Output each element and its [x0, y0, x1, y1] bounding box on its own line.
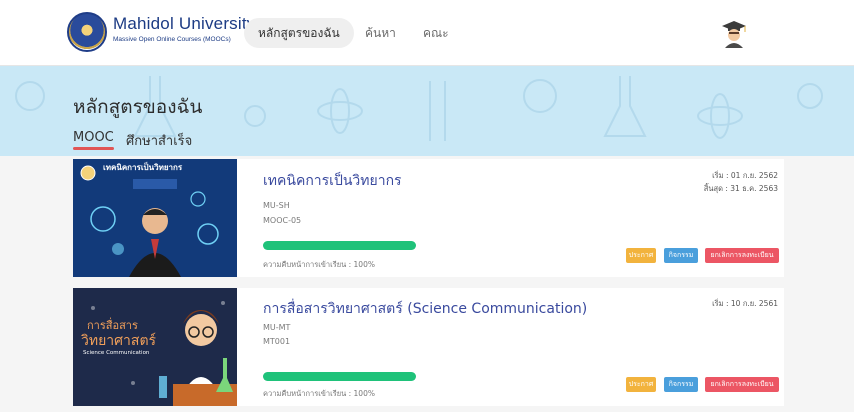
course-card[interactable]: การสื่อสาร วิทยาศาสตร์ Science Communica…: [73, 288, 784, 406]
course-thumbnail[interactable]: การสื่อสาร วิทยาศาสตร์ Science Communica…: [73, 288, 237, 406]
subtab-mooc[interactable]: MOOC: [73, 130, 114, 150]
page-banner: หลักสูตรของฉัน MOOC ศึกษาสำเร็จ: [0, 66, 854, 156]
progress-label: ความคืบหน้าการเข้าเรียน : 100%: [263, 260, 375, 269]
thumbnail-title: เทคนิคการเป็นวิทยากร: [103, 163, 183, 172]
course-faculty: MU-SH: [263, 201, 290, 210]
thumbnail-title-line2: วิทยาศาสตร์: [81, 333, 157, 349]
unenroll-button[interactable]: ยกเลิกการลงทะเบียน: [705, 377, 779, 392]
end-date: สิ้นสุด : 31 ธ.ค. 2563: [703, 184, 778, 193]
nav-tab-search[interactable]: ค้นหา: [351, 18, 410, 48]
course-card[interactable]: เทคนิคการเป็นวิทยากร เทคนิคการเป็นวิทยาก…: [73, 159, 784, 277]
course-dates: เริ่ม : 01 ก.ย. 2562 สิ้นสุด : 31 ธ.ค. 2…: [704, 169, 778, 195]
course-faculty: MU-MT: [263, 323, 291, 332]
course-title[interactable]: การสื่อสารวิทยาศาสตร์ (Science Communica…: [263, 298, 587, 320]
activity-button[interactable]: กิจกรรม: [664, 248, 698, 263]
speaker-course-thumbnail-image: [73, 159, 237, 277]
progress-label: ความคืบหน้าการเข้าเรียน : 100%: [263, 389, 375, 398]
progress-bar: [263, 372, 416, 381]
course-thumbnail[interactable]: เทคนิคการเป็นวิทยากร: [73, 159, 237, 277]
announcement-button[interactable]: ประกาศ: [626, 248, 656, 263]
start-date: เริ่ม : 10 ก.ย. 2561: [712, 299, 778, 308]
course-code: MT001: [263, 337, 291, 346]
course-title[interactable]: เทคนิคการเป็นวิทยากร: [263, 170, 402, 192]
page-title: หลักสูตรของฉัน: [73, 96, 203, 118]
progress-bar: [263, 241, 416, 250]
announcement-button[interactable]: ประกาศ: [626, 377, 656, 392]
subtab-completed[interactable]: ศึกษาสำเร็จ: [126, 130, 192, 151]
nav-tab-my-courses[interactable]: หลักสูตรของฉัน: [244, 18, 354, 48]
course-dates: เริ่ม : 10 ก.ย. 2561: [712, 297, 778, 310]
thumbnail-title-line3: Science Communication: [83, 350, 150, 356]
top-header: Mahidol University Massive Open Online C…: [0, 0, 854, 66]
user-avatar-icon[interactable]: [721, 20, 747, 48]
course-code: MOOC-05: [263, 216, 302, 225]
start-date: เริ่ม : 01 ก.ย. 2562: [712, 171, 778, 180]
nav-tab-faculty[interactable]: คณะ: [409, 18, 463, 48]
unenroll-button[interactable]: ยกเลิกการลงทะเบียน: [705, 248, 779, 263]
university-seal-logo[interactable]: [67, 12, 107, 52]
brand-tagline: Massive Open Online Courses (MOOCs): [113, 36, 231, 43]
activity-button[interactable]: กิจกรรม: [664, 377, 698, 392]
brand-name[interactable]: Mahidol University: [113, 14, 255, 34]
